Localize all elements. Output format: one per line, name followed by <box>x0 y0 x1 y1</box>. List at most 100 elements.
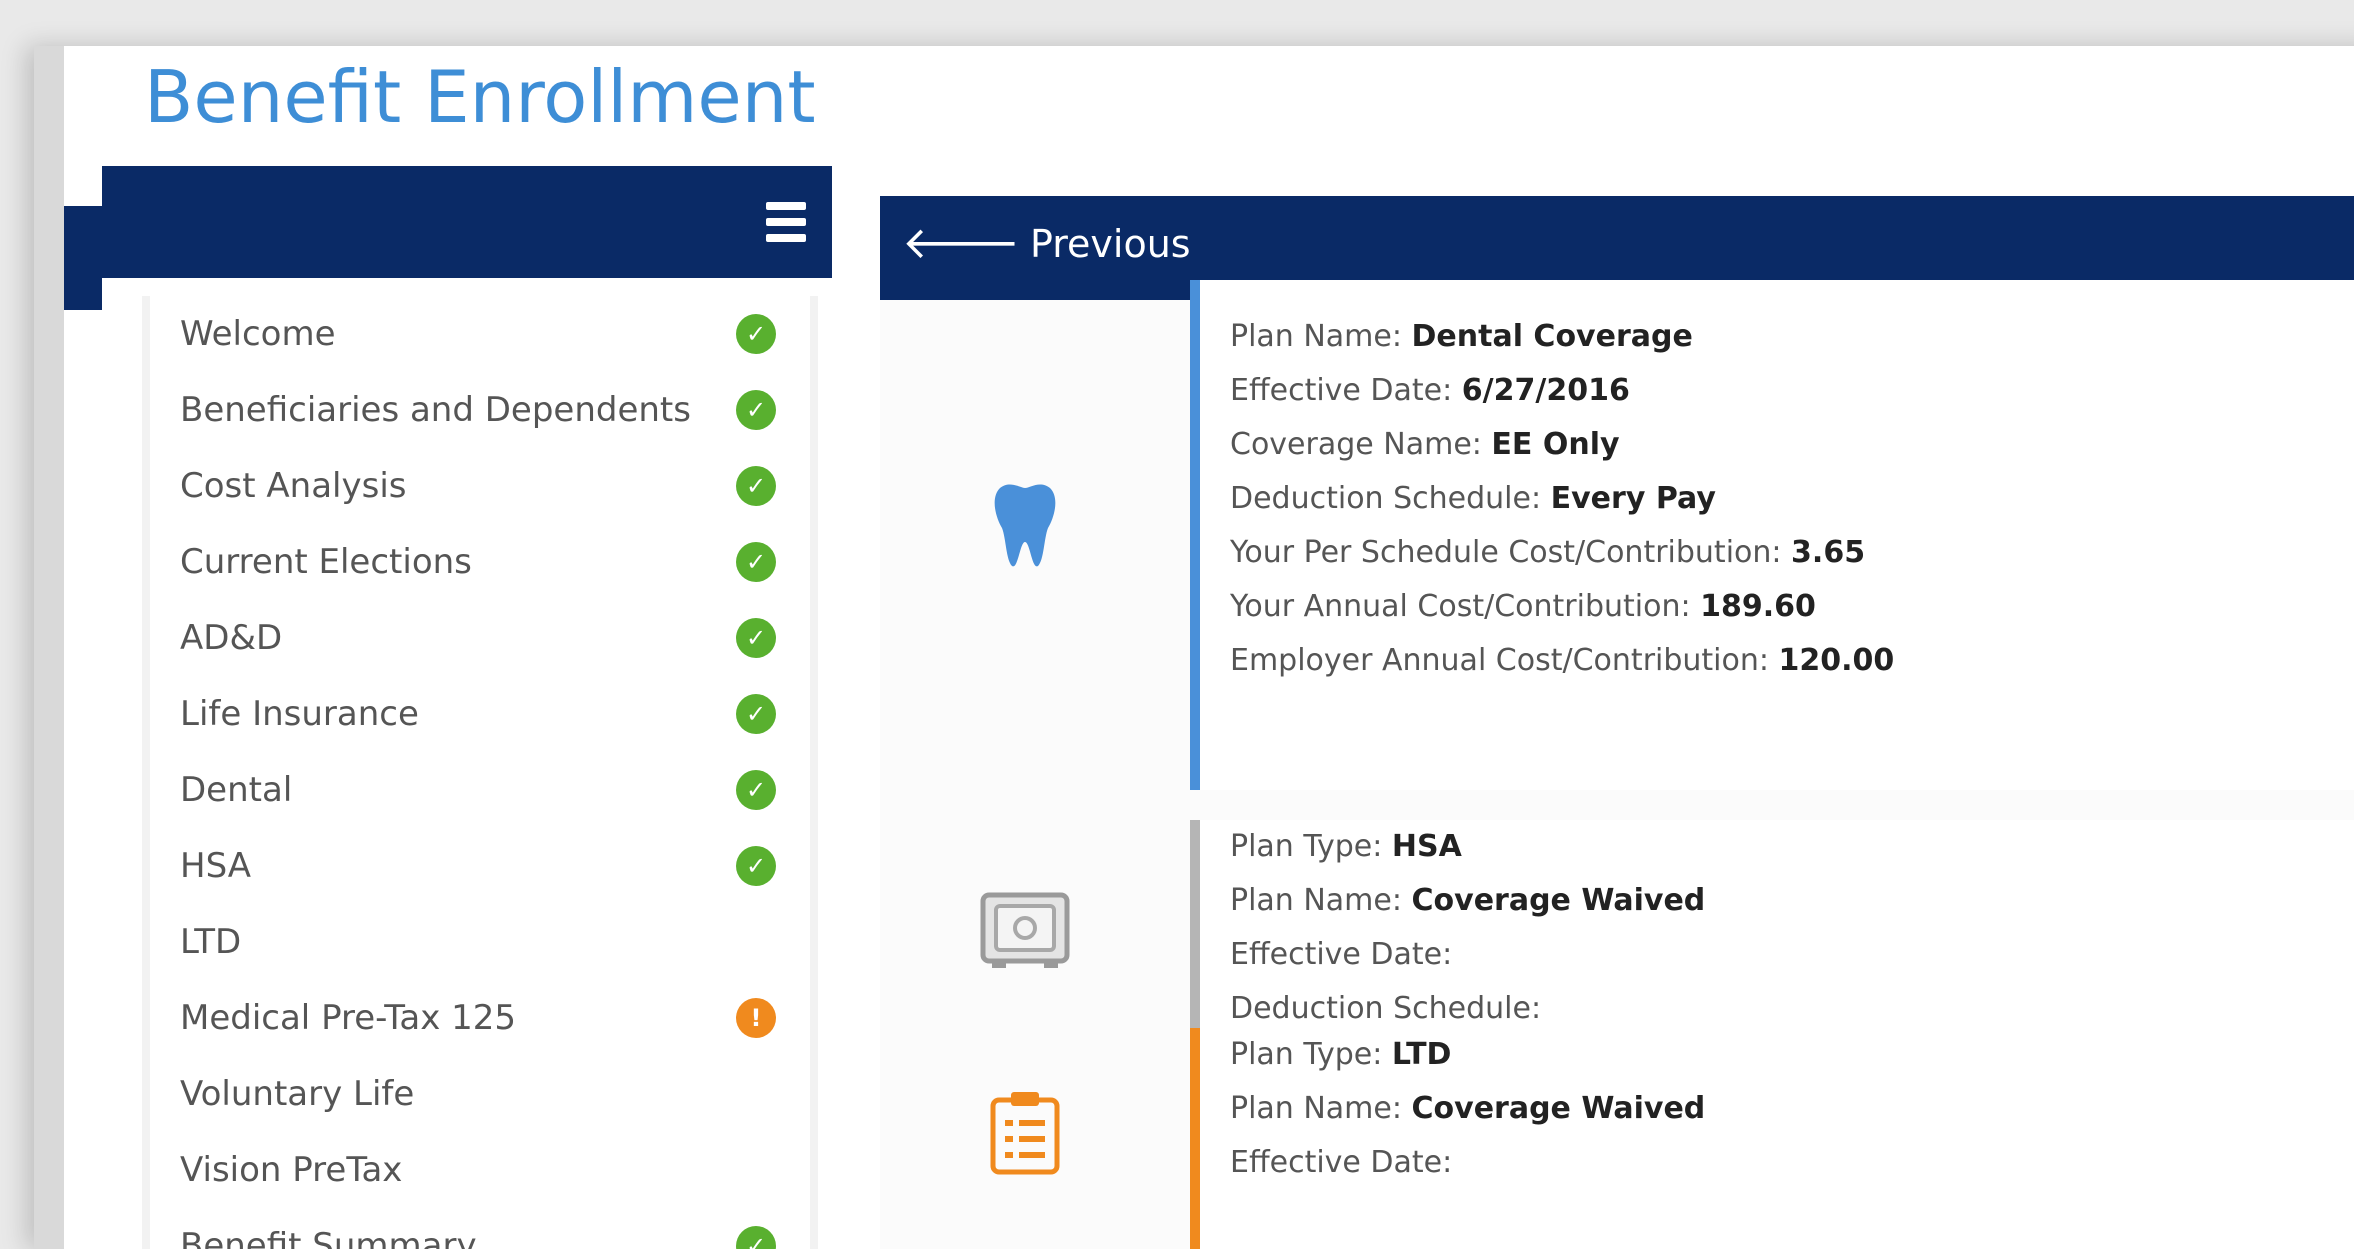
plan-card: Plan Type: LTD Plan Name: Coverage Waived… <box>880 1028 2354 1249</box>
sidebar-item-label: Benefit Summary <box>180 1226 477 1249</box>
plan-field-value: LTD <box>1391 1037 1452 1072</box>
sidebar-nav: Welcome ✓ Beneficiaries and Dependents ✓ Cos… <box>142 296 818 1249</box>
plan-summary-list: Plan Name: Dental Coverage Effective Date… <box>880 280 2354 1249</box>
plan-card: Plan Type: HSA Plan Name: Coverage Waived… <box>880 820 2354 1040</box>
plan-field: Your Per Schedule Cost/Contribution: 3.6… <box>1230 526 2354 580</box>
sidebar-item[interactable]: Vision PreTax <box>150 1132 810 1208</box>
plan-card: Plan Name: Dental Coverage Effective Date… <box>880 280 2354 790</box>
clipboard-icon <box>980 1088 1070 1178</box>
sidebar-item[interactable]: LTD <box>150 904 810 980</box>
plan-details: Plan Type: LTD Plan Name: Coverage Waived… <box>1190 1028 2354 1249</box>
sidebar-item[interactable]: AD&D ✓ <box>150 600 810 676</box>
previous-button[interactable]: 🡐 Previous <box>902 218 1191 269</box>
plan-field-label: Plan Type: <box>1230 1037 1392 1072</box>
check-circle-icon: ✓ <box>736 542 776 582</box>
sidebar-item-label: Dental <box>180 770 293 810</box>
plan-details: Plan Type: HSA Plan Name: Coverage Waived… <box>1190 820 2354 1040</box>
plan-field-value: HSA <box>1391 829 1462 864</box>
plan-field: Effective Date: <box>1230 928 2354 982</box>
plan-accent-bar <box>1190 820 1200 1040</box>
plan-field-value: EE Only <box>1491 427 1620 462</box>
plan-field: Effective Date: <box>1230 1136 2354 1190</box>
plan-field-label: Plan Name: <box>1230 883 1412 918</box>
check-circle-icon: ✓ <box>736 390 776 430</box>
sidebar-item[interactable]: Voluntary Life <box>150 1056 810 1132</box>
plan-field: Plan Type: HSA <box>1230 820 2354 874</box>
previous-label: Previous <box>1030 222 1191 266</box>
sidebar-item[interactable]: Life Insurance ✓ <box>150 676 810 752</box>
empty-status-icon <box>736 922 776 962</box>
plan-field-label: Coverage Name: <box>1230 427 1492 462</box>
hamburger-menu-icon[interactable] <box>766 202 806 242</box>
safe-icon <box>980 886 1070 976</box>
warning-circle-icon: ! <box>736 998 776 1038</box>
plan-field: Plan Name: Coverage Waived <box>1230 874 2354 928</box>
sidebar-item[interactable]: Benefit Summary ✓ <box>150 1208 810 1249</box>
sidebar-item-label: Cost Analysis <box>180 466 407 506</box>
plan-field-value: 3.65 <box>1791 535 1866 570</box>
plan-field-label: Effective Date: <box>1230 373 1462 408</box>
check-circle-icon: ✓ <box>736 314 776 354</box>
sidebar-item[interactable]: Medical Pre-Tax 125! <box>150 980 810 1056</box>
plan-field-value: Coverage Waived <box>1411 1091 1706 1126</box>
page-title: Benefit Enrollment <box>144 55 816 139</box>
plan-field-label: Plan Name: <box>1230 1091 1412 1126</box>
plan-field: Your Annual Cost/Contribution: 189.60 <box>1230 580 2354 634</box>
plan-field: Plan Name: Coverage Waived <box>1230 1082 2354 1136</box>
plan-field: Effective Date: 6/27/2016 <box>1230 364 2354 418</box>
sidebar-item-label: Medical Pre-Tax 125 <box>180 998 517 1038</box>
sidebar-item-label: Current Elections <box>180 542 472 582</box>
plan-field-value: Coverage Waived <box>1411 883 1706 918</box>
check-circle-icon: ✓ <box>736 466 776 506</box>
sidebar-item-label: Life Insurance <box>180 694 419 734</box>
plan-accent-bar <box>1190 280 1200 790</box>
sidebar-item-label: LTD <box>180 922 242 962</box>
plan-field-label: Deduction Schedule: <box>1230 991 1542 1026</box>
hamburger-bar <box>766 234 806 242</box>
sidebar-item-label: HSA <box>180 846 252 886</box>
check-circle-icon: ✓ <box>736 770 776 810</box>
sidebar-item[interactable]: Beneficiaries and Dependents ✓ <box>150 372 810 448</box>
sidebar-item[interactable]: Dental ✓ <box>150 752 810 828</box>
plan-field: Coverage Name: EE Only <box>1230 418 2354 472</box>
sidebar-item[interactable]: Welcome ✓ <box>150 296 810 372</box>
sidebar-header <box>102 166 832 278</box>
plan-field-label: Plan Type: <box>1230 829 1392 864</box>
plan-field-label: Effective Date: <box>1230 1145 1453 1180</box>
sidebar-item[interactable]: Current Elections ✓ <box>150 524 810 600</box>
check-circle-icon: ✓ <box>736 1226 776 1249</box>
plan-field: Employer Annual Cost/Contribution: 120.0… <box>1230 634 2354 688</box>
check-circle-icon: ✓ <box>736 694 776 734</box>
plan-field-label: Effective Date: <box>1230 937 1453 972</box>
plan-field: Deduction Schedule: Every Pay <box>1230 472 2354 526</box>
plan-field-label: Your Annual Cost/Contribution: <box>1230 589 1701 624</box>
empty-status-icon <box>736 1074 776 1114</box>
plan-field-label: Deduction Schedule: <box>1230 481 1551 516</box>
plan-field-value: 189.60 <box>1700 589 1816 624</box>
plan-field-label: Plan Name: <box>1230 319 1412 354</box>
plan-field-value: Every Pay <box>1550 481 1716 516</box>
header-stub <box>64 206 102 310</box>
plan-field-value: 120.00 <box>1778 643 1895 678</box>
sidebar-item-label: Voluntary Life <box>180 1074 415 1114</box>
plan-field-label: Employer Annual Cost/Contribution: <box>1230 643 1779 678</box>
sidebar-item-label: Vision PreTax <box>180 1150 403 1190</box>
hamburger-bar <box>766 218 806 226</box>
plan-details: Plan Name: Dental Coverage Effective Date… <box>1190 280 2354 790</box>
tooth-icon <box>980 480 1070 570</box>
sidebar-item[interactable]: Cost Analysis ✓ <box>150 448 810 524</box>
plan-field-value: 6/27/2016 <box>1461 373 1630 408</box>
sidebar-item-label: Welcome <box>180 314 336 354</box>
plan-field-value: Dental Coverage <box>1411 319 1693 354</box>
sidebar-item-label: AD&D <box>180 618 283 658</box>
check-circle-icon: ✓ <box>736 618 776 658</box>
plan-accent-bar <box>1190 1028 1200 1249</box>
plan-field: Plan Name: Dental Coverage <box>1230 310 2354 364</box>
sidebar-item[interactable]: HSA ✓ <box>150 828 810 904</box>
arrow-left-icon: 🡐 <box>902 218 1020 269</box>
check-circle-icon: ✓ <box>736 846 776 886</box>
hamburger-bar <box>766 202 806 210</box>
empty-status-icon <box>736 1150 776 1190</box>
enrollment-page: Benefit Enrollment Welcome ✓ Beneficiaries… <box>34 46 2354 1249</box>
sidebar-item-label: Beneficiaries and Dependents <box>180 390 691 430</box>
